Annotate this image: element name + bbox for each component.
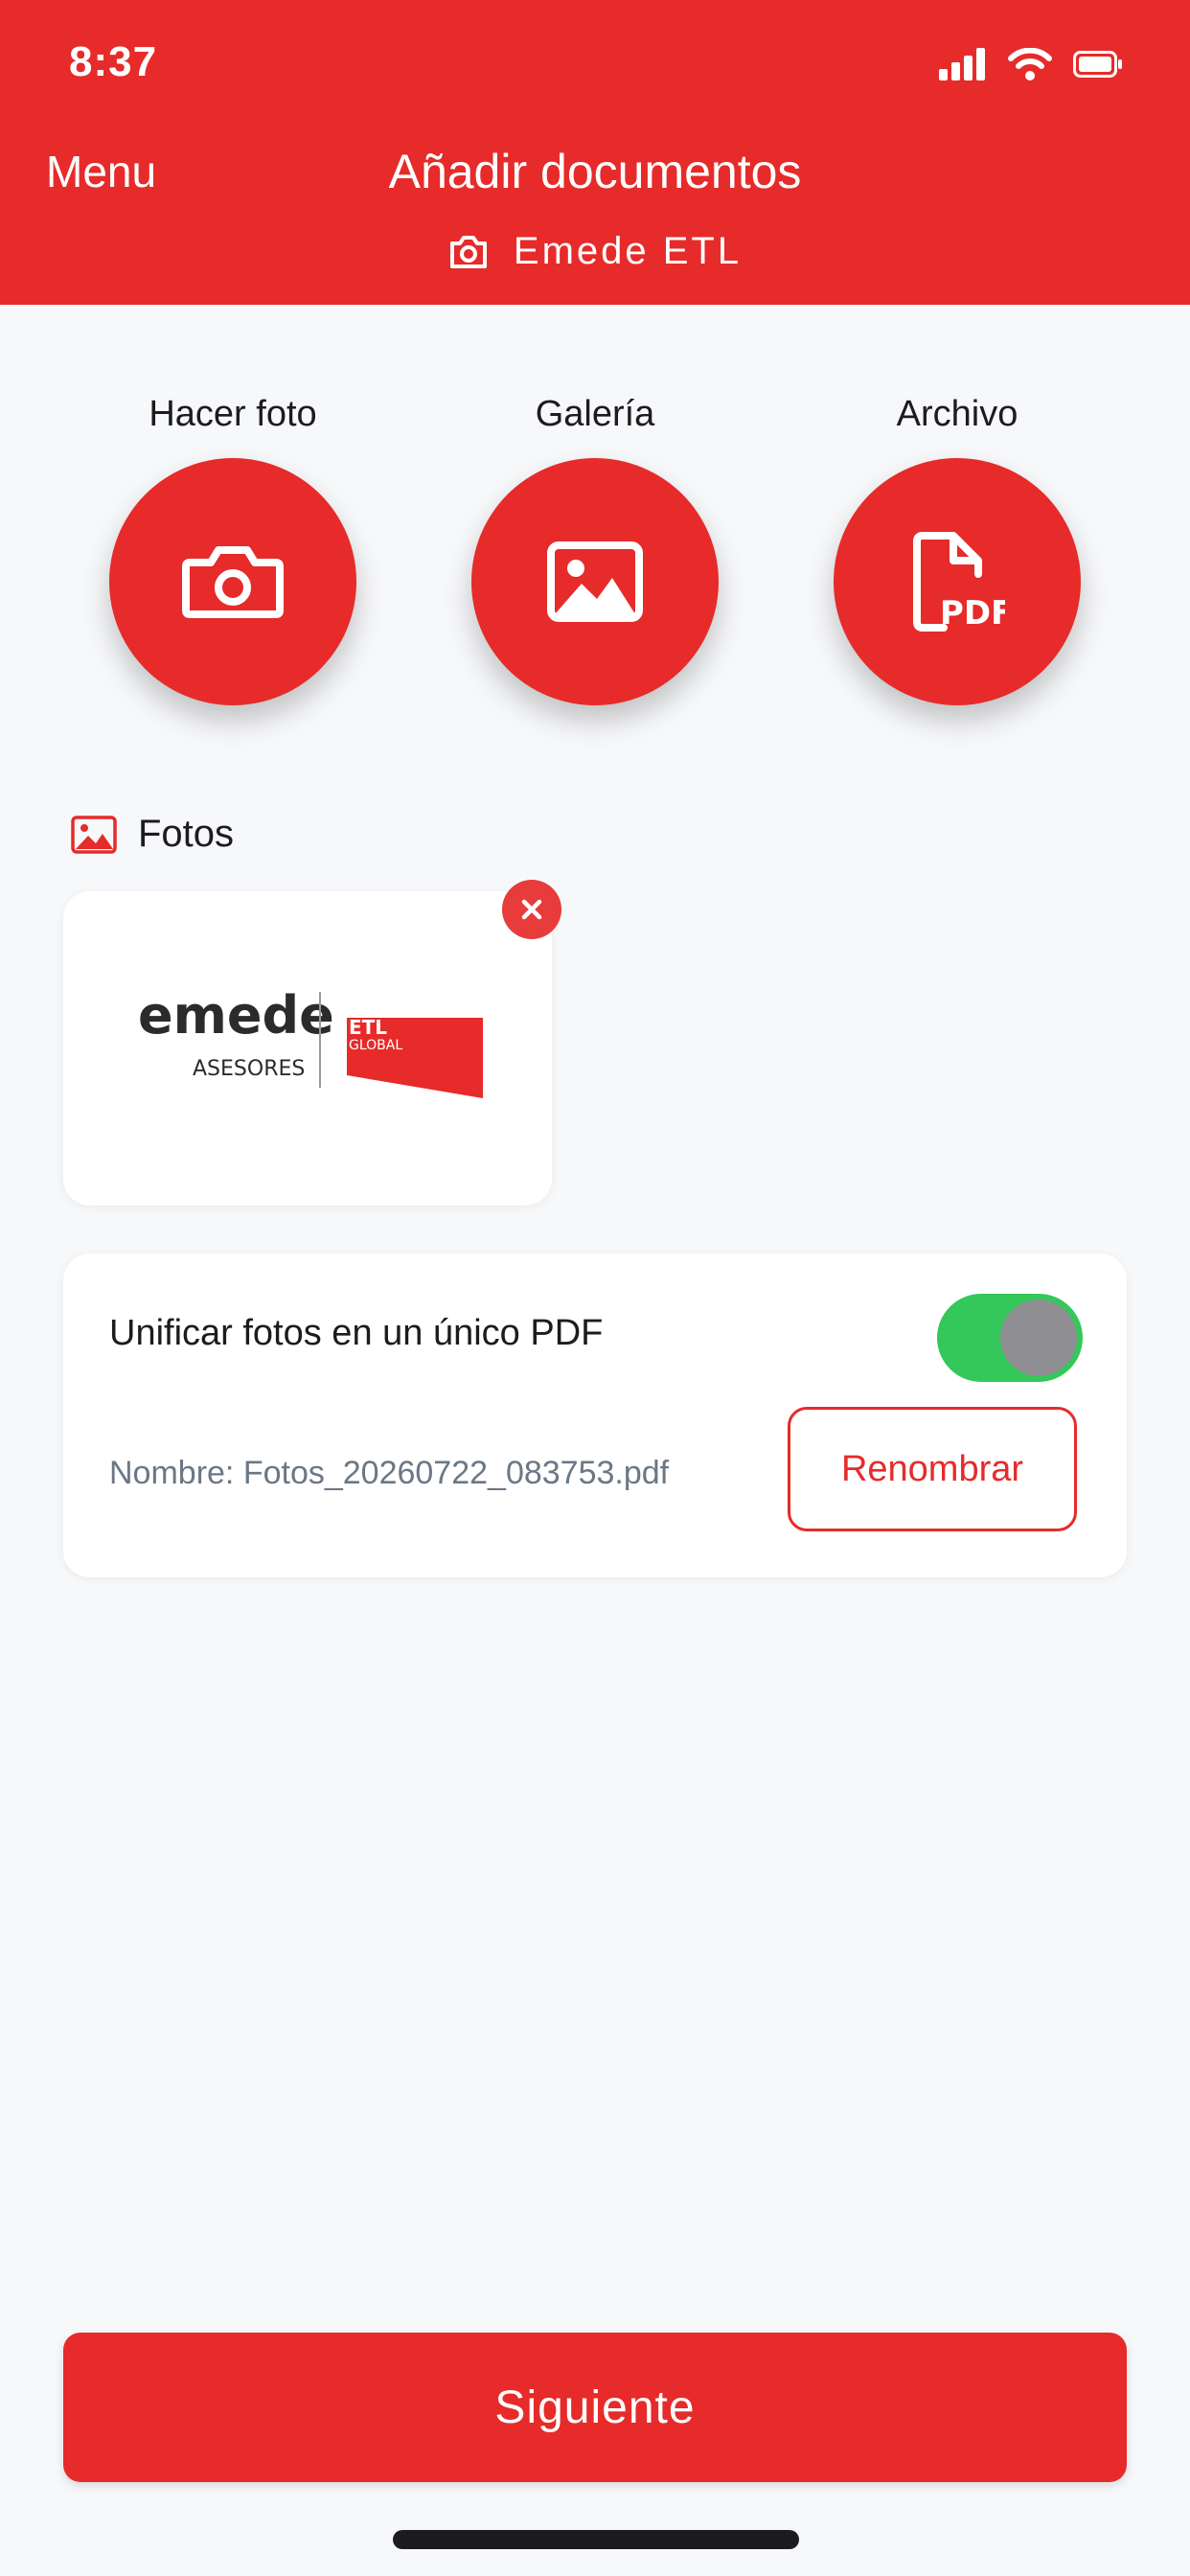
- svg-text:ETL: ETL: [349, 1016, 387, 1039]
- gallery-label: Galería: [535, 394, 655, 434]
- wifi-icon: [1008, 48, 1052, 80]
- company-name: Emede ETL: [513, 230, 743, 272]
- unify-pdf-toggle[interactable]: [937, 1294, 1083, 1382]
- next-button[interactable]: Siguiente: [63, 2333, 1127, 2482]
- page-title: Añadir documentos: [388, 145, 802, 198]
- take-photo-action: Hacer foto: [108, 387, 357, 705]
- svg-text:emede: emede: [138, 985, 334, 1046]
- unify-pdf-label: Unificar fotos en un único PDF: [109, 1313, 604, 1353]
- fotos-section-header: Fotos: [71, 813, 234, 856]
- pdf-file-icon: PDF: [913, 532, 1005, 632]
- file-button[interactable]: PDF: [834, 458, 1081, 705]
- emede-etl-logo: emede ASESORES ETL GLOBAL: [138, 985, 483, 1098]
- file-label: Archivo: [896, 394, 1018, 434]
- status-time: 8:37: [69, 38, 158, 85]
- take-photo-label: Hacer foto: [149, 394, 317, 434]
- gallery-action: Galería: [470, 387, 720, 705]
- image-icon: [547, 541, 643, 622]
- photo-thumbnail[interactable]: emede ASESORES ETL GLOBAL: [63, 891, 552, 1206]
- gallery-button[interactable]: [471, 458, 719, 705]
- status-icons: [939, 48, 1123, 80]
- pdf-filename: Nombre: Fotos_20260722_083753.pdf: [109, 1455, 670, 1491]
- unify-pdf-card: Unificar fotos en un único PDF Nombre: F…: [63, 1254, 1127, 1577]
- svg-text:GLOBAL: GLOBAL: [349, 1038, 402, 1053]
- take-photo-button[interactable]: [109, 458, 356, 705]
- toggle-knob: [1000, 1300, 1077, 1376]
- svg-text:ASESORES: ASESORES: [193, 1057, 305, 1081]
- camera-icon: [449, 235, 487, 268]
- close-icon: [521, 899, 542, 920]
- svg-text:PDF: PDF: [940, 594, 1005, 632]
- battery-icon: [1073, 51, 1122, 78]
- cellular-signal-icon: [939, 48, 985, 80]
- top-app-header: 8:37 Menu Añadir documentos Emede ETL: [0, 0, 1190, 305]
- fotos-section-label: Fotos: [138, 813, 235, 855]
- file-action: Archivo PDF: [833, 387, 1082, 705]
- camera-icon: [182, 546, 284, 618]
- home-indicator: [393, 2530, 799, 2549]
- remove-photo-button[interactable]: [502, 880, 561, 939]
- company-subtitle: Emede ETL: [0, 230, 1190, 273]
- rename-button[interactable]: Renombrar: [788, 1407, 1077, 1531]
- image-icon: [71, 815, 117, 854]
